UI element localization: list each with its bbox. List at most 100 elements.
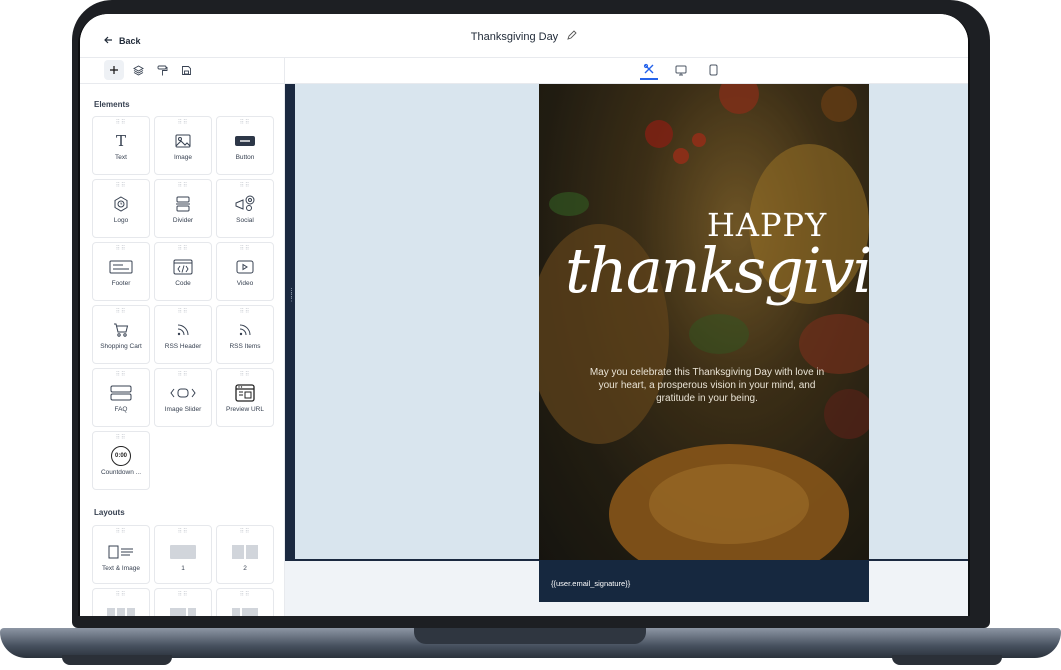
slider-icon [170,384,196,402]
drag-handle-icon[interactable]: ⠿⠿ [178,529,189,535]
countdown-value: 0:00 [111,446,131,466]
preview-url-icon [235,384,255,402]
element-video[interactable]: ⠿⠿ Video [216,242,274,301]
element-image-slider[interactable]: ⠿⠿ Image Slider [154,368,212,427]
element-label: Button [235,154,255,161]
drag-handle-icon[interactable]: ⠿⠿ [116,372,127,378]
sidebar: Elements ⠿⠿ T Text ⠿⠿ Image ⠿⠿ Button ⠿⠿… [80,84,284,616]
layout-column-variant[interactable]: ⠿⠿ [216,588,274,616]
layouts-section-title: Layouts [94,508,125,517]
drag-handle-icon[interactable]: ⠿⠿ [116,183,127,189]
element-label: Social [236,217,254,224]
drag-handle-icon[interactable]: ⠿⠿ [240,120,251,126]
laptop-notch [414,628,646,644]
layers-icon[interactable] [128,60,148,80]
element-label: Countdown ... [100,469,142,476]
page-title: Thanksgiving Day [80,30,968,43]
sidebar-tools [104,60,196,80]
drag-handle-icon[interactable]: ⠿⠿ [178,183,189,189]
drag-handle-icon[interactable]: ⠿⠿ [240,372,251,378]
rss-icon [239,321,251,339]
drag-handle-icon[interactable]: ⠿⠿ [178,309,189,315]
desktop-icon[interactable] [672,60,690,80]
layout-label: 1 [181,565,185,572]
rss-icon [177,321,189,339]
element-preview-url[interactable]: ⠿⠿ Preview URL [216,368,274,427]
drag-handle-icon[interactable]: ⠿⠿ [116,246,127,252]
layout-2-column[interactable]: ⠿⠿ 2 [216,525,274,584]
element-countdown[interactable]: ⠿⠿ 0:00 Countdown ... [92,431,150,490]
element-shopping-cart[interactable]: ⠿⠿ Shopping Cart [92,305,150,364]
element-footer[interactable]: ⠿⠿ Footer [92,242,150,301]
save-icon[interactable] [176,60,196,80]
one-column-icon [170,543,196,561]
element-label: Divider [172,217,194,224]
email-signature-placeholder[interactable]: {{user.email_signature}} [551,579,630,588]
greeting-message: May you celebrate this Thanksgiving Day … [589,367,825,404]
element-label: Text [115,154,127,161]
top-bar: Back Thanksgiving Day [80,14,968,58]
element-label: Footer [111,280,131,287]
column-variant-icon [170,606,196,616]
layout-1-column[interactable]: ⠿⠿ 1 [154,525,212,584]
element-divider[interactable]: ⠿⠿ Divider [154,179,212,238]
drag-handle-icon[interactable]: ⠿⠿ [116,309,127,315]
elements-section-title: Elements [94,100,130,109]
layout-column-variant[interactable]: ⠿⠿ [154,588,212,616]
video-icon [236,258,254,276]
resize-handle-icon[interactable]: ⋮ ⋮ ⋮ [288,288,295,303]
paint-roller-icon[interactable] [152,60,172,80]
element-text[interactable]: ⠿⠿ T Text [92,116,150,175]
canvas-left-bar [285,84,295,560]
mobile-icon[interactable] [704,60,722,80]
element-logo[interactable]: ⠿⠿ Logo [92,179,150,238]
layout-3-column[interactable]: ⠿⠿ [92,588,150,616]
thanksgiving-script-heading: thanksgiving [565,234,869,307]
social-icon [234,195,256,213]
tools-icon[interactable] [640,60,658,80]
drag-handle-icon[interactable]: ⠿⠿ [240,309,251,315]
element-social[interactable]: ⠿⠿ Social [216,179,274,238]
element-rss-items[interactable]: ⠿⠿ RSS Items [216,305,274,364]
drag-handle-icon[interactable]: ⠿⠿ [178,592,189,598]
element-label: RSS Items [229,343,261,350]
layout-text-image[interactable]: ⠿⠿ Text & Image [92,525,150,584]
food-illustration [539,84,869,560]
drag-handle-icon[interactable]: ⠿⠿ [116,592,127,598]
three-column-icon [107,606,135,616]
element-label: Shopping Cart [100,343,142,350]
elements-grid: ⠿⠿ T Text ⠿⠿ Image ⠿⠿ Button ⠿⠿ Logo ⠿⠿ … [92,116,278,490]
element-label: Image [173,154,193,161]
drag-handle-icon[interactable]: ⠿⠿ [178,120,189,126]
plus-icon[interactable] [104,60,124,80]
thanksgiving-photo[interactable]: HAPPY thanksgiving May you celebrate thi… [539,84,869,560]
text-icon: T [115,132,126,150]
drag-handle-icon[interactable]: ⠿⠿ [116,529,127,535]
faq-icon [110,384,132,402]
drag-handle-icon[interactable]: ⠿⠿ [178,372,189,378]
drag-handle-icon[interactable]: ⠿⠿ [116,120,127,126]
drag-handle-icon[interactable]: ⠿⠿ [240,246,251,252]
layout-label: Text & Image [102,565,140,572]
two-column-icon [232,543,258,561]
drag-handle-icon[interactable]: ⠿⠿ [178,246,189,252]
element-label: Image Slider [164,406,202,413]
drag-handle-icon[interactable]: ⠿⠿ [240,183,251,189]
element-rss-header[interactable]: ⠿⠿ RSS Header [154,305,212,364]
pencil-icon[interactable] [567,30,577,43]
element-faq[interactable]: ⠿⠿ FAQ [92,368,150,427]
element-code[interactable]: ⠿⠿ Code [154,242,212,301]
drag-handle-icon[interactable]: ⠿⠿ [116,435,127,441]
drag-handle-icon[interactable]: ⠿⠿ [240,529,251,535]
layout-label: 2 [243,565,247,572]
divider-icon [176,195,190,213]
laptop-foot-left [62,655,172,665]
code-icon [173,258,193,276]
element-image[interactable]: ⠿⠿ Image [154,116,212,175]
laptop-foot-right [892,655,1002,665]
element-button[interactable]: ⠿⠿ Button [216,116,274,175]
page-title-text[interactable]: Thanksgiving Day [471,31,558,43]
editor-canvas[interactable]: ⋮ ⋮ ⋮ HAPPY thanksgivi May you celebrate… [285,84,968,616]
drag-handle-icon[interactable]: ⠿⠿ [240,592,251,598]
email-preview[interactable]: HAPPY thanksgiving May you celebrate thi… [539,84,869,602]
